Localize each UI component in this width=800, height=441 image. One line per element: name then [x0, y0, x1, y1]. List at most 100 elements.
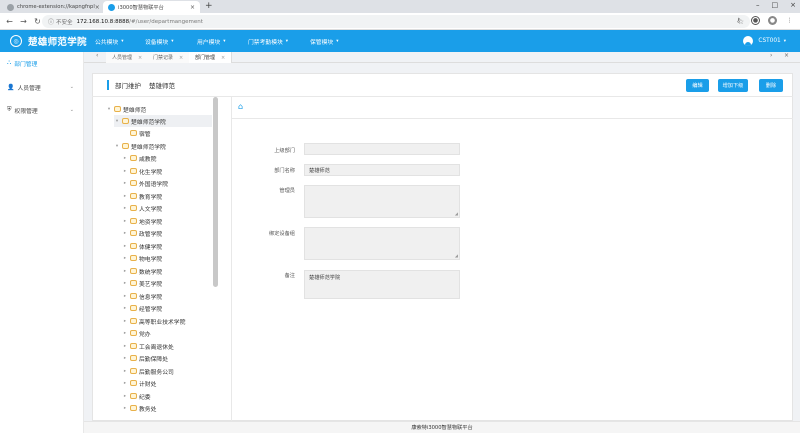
tree-node[interactable]: ▸ 教育学院: [122, 190, 162, 202]
user-icon: 👤: [7, 83, 15, 91]
tree-node[interactable]: ▸ 外国语学院: [122, 177, 168, 189]
tree-node[interactable]: ▸ 体健学院: [122, 240, 162, 252]
close-icon[interactable]: ×: [179, 55, 183, 61]
tree-node[interactable]: ▸ 美艺学院: [122, 277, 162, 289]
tree-node[interactable]: ▸ 高等职业技术学院: [122, 315, 185, 327]
reload-icon[interactable]: ↻: [33, 17, 42, 26]
menu-access-attendance[interactable]: 门禁考勤模块 ▾: [248, 30, 288, 52]
admin-field[interactable]: ◢: [304, 185, 460, 218]
tree-node[interactable]: ▸ 后勤服务公司: [122, 365, 174, 377]
home-icon[interactable]: ⌂: [238, 102, 243, 111]
expand-icon: ▸: [123, 230, 127, 236]
browser-tab-extension[interactable]: chrome-extension://kapngfnpl ×: [2, 1, 102, 13]
tree-node[interactable]: ▸ 党办: [122, 327, 151, 339]
browser-tab-active[interactable]: i3000智慧物联平台 ×: [103, 1, 200, 13]
tree-node[interactable]: ▸ 物电学院: [122, 252, 162, 264]
tree-node[interactable]: ▸ 人文学院: [122, 202, 162, 214]
profile-icon[interactable]: ●: [768, 16, 777, 25]
folder-icon: [130, 130, 137, 136]
add-child-button[interactable]: 增加下级: [718, 79, 748, 92]
tree-node[interactable]: ▾ 楚雄师范学院: [114, 115, 212, 127]
url-bar[interactable]: ⓘ 不安全 172.168.10.8:8888 /#/user/departma…: [42, 15, 750, 28]
tab-department[interactable]: 部门管理 ×: [189, 52, 233, 63]
expand-icon: ▸: [123, 355, 127, 361]
device-group-label: 绑定设备组: [269, 231, 295, 237]
menu-custody[interactable]: 保管模块 ▾: [310, 30, 338, 52]
minimize-icon[interactable]: –: [756, 1, 760, 9]
admin-label: 管理员: [279, 188, 295, 194]
sidebar-item-department[interactable]: ⛬ 部门管理: [0, 56, 84, 70]
sidebar-item-permission[interactable]: ⛨ 权限管理 ⌄: [0, 103, 84, 117]
logo-icon: ◎: [10, 35, 22, 47]
folder-icon: [130, 355, 137, 361]
new-tab-button[interactable]: +: [205, 1, 213, 11]
tab-scroll-left-icon[interactable]: ‹: [96, 52, 98, 59]
tree-node[interactable]: ▸ 工会离退休处: [122, 340, 174, 352]
dept-name-field[interactable]: 楚雄师范: [304, 164, 460, 176]
extension-favicon-icon: [7, 3, 14, 11]
tree-node[interactable]: 宿管: [122, 127, 151, 139]
tree-node[interactable]: ▸ 地资学院: [122, 215, 162, 227]
expand-icon: ▸: [123, 168, 127, 174]
folder-icon: [130, 230, 137, 236]
tree-node[interactable]: ▸ 咸教院: [122, 152, 156, 164]
edit-button[interactable]: 编辑: [686, 79, 709, 92]
folder-icon: [130, 280, 137, 286]
user-menu[interactable]: CST001 ▾: [743, 30, 786, 52]
extension-icon[interactable]: ●: [751, 16, 760, 25]
tab-personnel[interactable]: 人员管理 ×: [106, 52, 150, 63]
breadcrumb-current: 楚雄师范: [149, 82, 175, 90]
tree-node[interactable]: ▸ 经管学院: [122, 302, 162, 314]
tab-scroll-right-icon[interactable]: ›: [770, 52, 772, 59]
resize-grip-icon[interactable]: ◢: [455, 211, 458, 216]
tree-node[interactable]: ▸ 化生学院: [122, 165, 162, 177]
department-tree: ▾ 楚雄师范 ▾ 楚雄师范学院 宿管 ▾ 楚雄师范学院 ▸ 咸教院 ▸ 化生学院 ▸ 外国语…: [96, 100, 212, 420]
chevron-down-icon: ⌄: [69, 84, 74, 90]
tree-node[interactable]: ▸ 纪委: [122, 390, 151, 402]
tree-node[interactable]: ▸ 信息学院: [122, 290, 162, 302]
back-icon[interactable]: ←: [5, 17, 14, 26]
close-icon[interactable]: ×: [221, 55, 225, 61]
device-group-field[interactable]: ◢: [304, 227, 460, 260]
vertical-divider: [231, 97, 232, 421]
tree-scrollbar[interactable]: [213, 97, 218, 287]
key-icon[interactable]: ⚷: [734, 16, 743, 25]
note-field[interactable]: 楚雄师范学院: [304, 270, 460, 299]
folder-icon: [130, 193, 137, 199]
sidebar-item-personnel[interactable]: 👤 人员管理 ⌄: [0, 80, 84, 94]
browser-tab-strip: chrome-extension://kapngfnpl × i3000智慧物联…: [0, 0, 800, 13]
menu-user[interactable]: 用户模块 ▾: [197, 30, 225, 52]
tree-node[interactable]: ▸ 教务处: [122, 402, 156, 414]
tab-access-records[interactable]: 门禁记录 ×: [147, 52, 191, 63]
tree-node[interactable]: ▾ 楚雄师范: [106, 103, 146, 115]
forward-icon[interactable]: →: [19, 17, 28, 26]
close-all-tabs-icon[interactable]: ×: [784, 52, 789, 59]
menu-public[interactable]: 公共模块 ▾: [95, 30, 123, 52]
expand-icon: ▸: [123, 255, 127, 261]
tree-node[interactable]: ▸ 政管学院: [122, 227, 162, 239]
close-tab-icon[interactable]: ×: [95, 4, 100, 11]
tree-node[interactable]: ▾ 楚雄师范学院: [114, 140, 166, 152]
close-tab-icon[interactable]: ×: [190, 4, 195, 11]
tree-node[interactable]: ▸ 后勤保障处: [122, 352, 168, 364]
delete-button[interactable]: 删除: [759, 79, 783, 92]
folder-icon: [130, 255, 137, 261]
menu-device[interactable]: 设备模块 ▾: [145, 30, 173, 52]
folder-icon: [130, 205, 137, 211]
tree-node[interactable]: ▸ 数统学院: [122, 265, 162, 277]
expand-icon: ▸: [123, 305, 127, 311]
folder-icon: [130, 155, 137, 161]
maximize-icon[interactable]: □: [772, 1, 779, 9]
expand-icon: ▸: [123, 368, 127, 374]
resize-grip-icon[interactable]: ◢: [455, 253, 458, 258]
close-icon[interactable]: ×: [138, 55, 142, 61]
school-name: 楚雄师范学院: [28, 37, 87, 48]
folder-icon: [130, 168, 137, 174]
expand-icon: ▸: [123, 243, 127, 249]
parent-dept-field[interactable]: [304, 143, 460, 155]
folder-icon: [122, 143, 129, 149]
window-close-icon[interactable]: ×: [790, 1, 796, 9]
menu-dots-icon[interactable]: ⋮: [785, 16, 794, 25]
expand-icon: ▸: [123, 205, 127, 211]
tree-node[interactable]: ▸ 计财处: [122, 377, 156, 389]
